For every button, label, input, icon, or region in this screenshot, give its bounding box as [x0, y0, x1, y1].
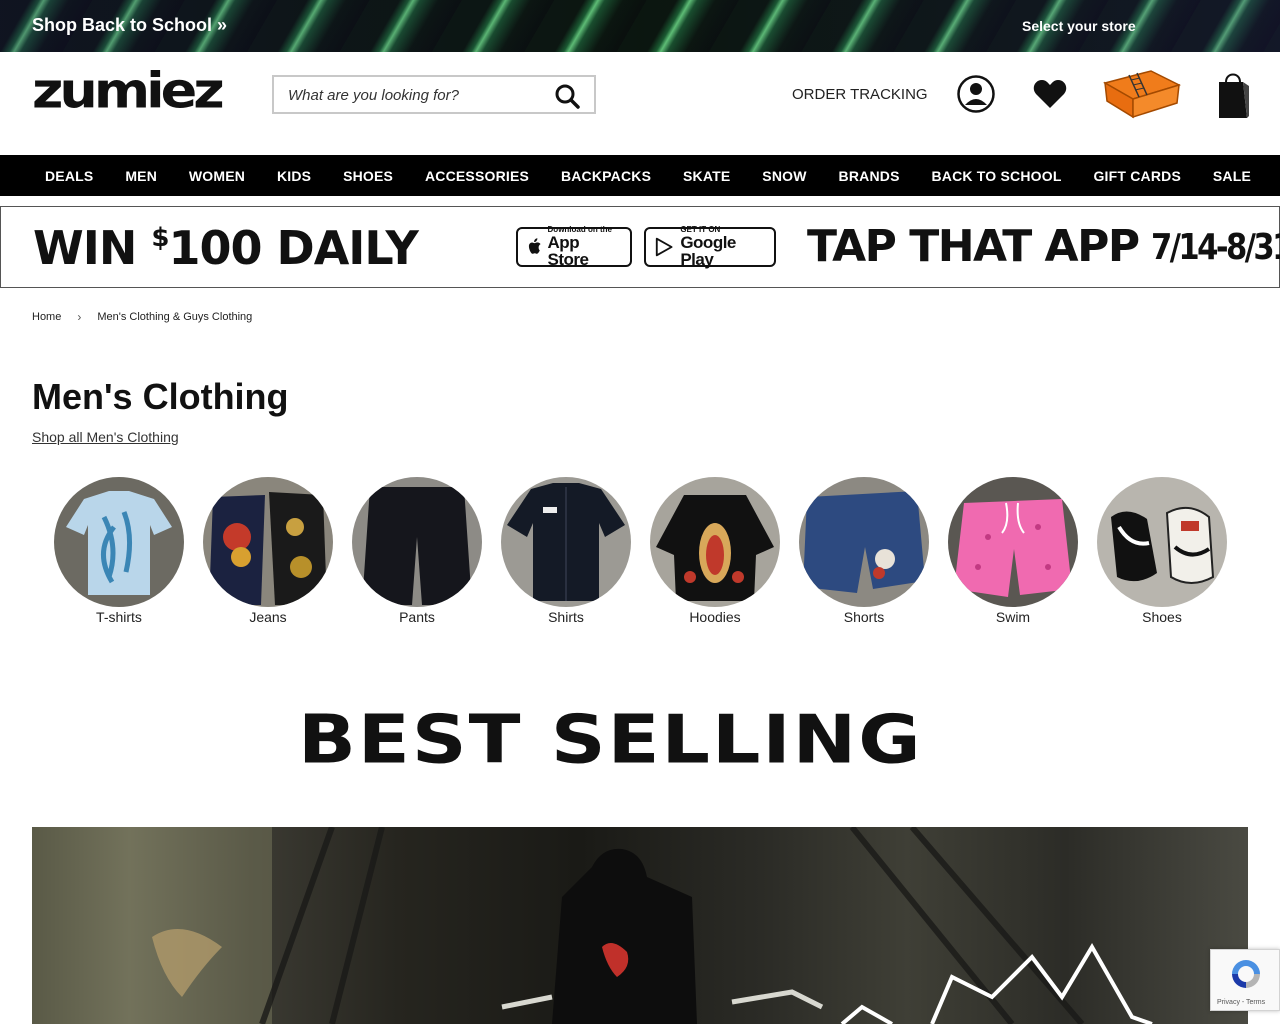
- shoes-image[interactable]: [1097, 477, 1227, 607]
- nav-item-shoes[interactable]: SHOES: [343, 168, 393, 184]
- category-label: Hoodies: [689, 609, 741, 625]
- category-label: T-shirts: [96, 609, 142, 625]
- category-label: Shorts: [843, 609, 885, 625]
- order-tracking-link[interactable]: ORDER TRACKING: [792, 86, 928, 103]
- nav-item-deals[interactable]: DEALS: [45, 168, 93, 184]
- nav-item-backpacks[interactable]: BACKPACKS: [561, 168, 651, 184]
- shop-back-to-school-link[interactable]: Shop Back to School »: [32, 15, 227, 36]
- nav-item-men[interactable]: MEN: [125, 168, 157, 184]
- account-icon[interactable]: [957, 75, 995, 113]
- nav-item-gift-cards[interactable]: GIFT CARDS: [1093, 168, 1181, 184]
- pants-image[interactable]: [352, 477, 482, 607]
- search-input[interactable]: [288, 85, 548, 105]
- swim-image[interactable]: [948, 477, 1078, 607]
- category-pants[interactable]: Pants: [352, 477, 482, 625]
- select-store-link[interactable]: Select your store: [1022, 18, 1136, 34]
- breadcrumb-current: Men's Clothing & Guys Clothing: [97, 311, 253, 323]
- win-headline: WIN $100 DAILY: [33, 221, 419, 275]
- recaptcha-badge[interactable]: Privacy - Terms: [1210, 949, 1280, 1011]
- nav-item-sale[interactable]: SALE: [1213, 168, 1251, 184]
- page-title: Men's Clothing: [32, 376, 289, 417]
- breadcrumb-home[interactable]: Home: [32, 311, 61, 323]
- category-swim[interactable]: Swim: [948, 477, 1078, 625]
- search-bar: [272, 75, 596, 114]
- category-label: Jeans: [249, 609, 287, 625]
- search-icon[interactable]: [554, 83, 580, 109]
- tshirt-image[interactable]: [54, 477, 184, 607]
- google-play-icon: [655, 237, 673, 257]
- category-shorts[interactable]: Shorts: [799, 477, 929, 625]
- site-header: zumiez ORDER TRACKING: [0, 52, 1280, 155]
- breadcrumb: Home › Men's Clothing & Guys Clothing: [32, 310, 252, 324]
- apple-icon: [528, 238, 541, 254]
- zumiez-logo[interactable]: zumiez: [32, 66, 232, 115]
- tap-that-app-text: TAP THAT APP: [807, 221, 1140, 272]
- category-label: Shirts: [548, 609, 584, 625]
- wishlist-heart-icon[interactable]: [1033, 78, 1067, 110]
- nav-item-women[interactable]: WOMEN: [189, 168, 245, 184]
- app-store-badge[interactable]: Download on the App Store: [516, 226, 632, 269]
- hoodies-image[interactable]: [650, 477, 780, 607]
- nav-item-accessories[interactable]: ACCESSORIES: [425, 168, 529, 184]
- app-promo-banner[interactable]: WIN $100 DAILY Download on the App Store…: [0, 206, 1280, 288]
- googleplay-big-text: Google Play: [680, 233, 736, 269]
- promo-dates: 7/14-8/31: [1151, 227, 1280, 268]
- category-shoes[interactable]: Shoes: [1097, 477, 1227, 625]
- main-nav: DEALS MEN WOMEN KIDS SHOES ACCESSORIES B…: [0, 155, 1280, 196]
- shopping-bag-icon[interactable]: [1216, 68, 1250, 120]
- category-jeans[interactable]: Jeans: [203, 477, 333, 625]
- shirts-image[interactable]: [501, 477, 631, 607]
- google-play-badge[interactable]: GET IT ON Google Play: [644, 226, 776, 269]
- nav-item-brands[interactable]: BRANDS: [839, 168, 900, 184]
- jeans-image[interactable]: [203, 477, 333, 607]
- category-tshirts[interactable]: T-shirts: [54, 477, 184, 625]
- category-hoodies[interactable]: Hoodies: [650, 477, 780, 625]
- nav-item-kids[interactable]: KIDS: [277, 168, 311, 184]
- category-shirts[interactable]: Shirts: [501, 477, 631, 625]
- recaptcha-links[interactable]: Privacy - Terms: [1217, 999, 1265, 1006]
- nav-item-back-to-school[interactable]: BACK TO SCHOOL: [931, 168, 1061, 184]
- promo-bar: Shop Back to School » Select your store: [0, 0, 1280, 52]
- best-selling-heading: BEST SELLING: [298, 700, 923, 779]
- shorts-image[interactable]: [799, 477, 929, 607]
- nav-item-skate[interactable]: SKATE: [683, 168, 730, 184]
- recaptcha-icon: [1232, 960, 1260, 988]
- appstore-big-text: App Store: [547, 233, 589, 269]
- category-label: Swim: [995, 609, 1031, 625]
- shop-all-mens-link[interactable]: Shop all Men's Clothing: [32, 429, 179, 445]
- chevron-right-icon: ›: [77, 310, 82, 324]
- category-label: Pants: [399, 609, 435, 625]
- nav-item-snow[interactable]: SNOW: [762, 168, 806, 184]
- skate-ramp-icon[interactable]: [1103, 69, 1181, 121]
- hero-banner-image[interactable]: [32, 827, 1248, 1024]
- category-label: Shoes: [1142, 609, 1182, 625]
